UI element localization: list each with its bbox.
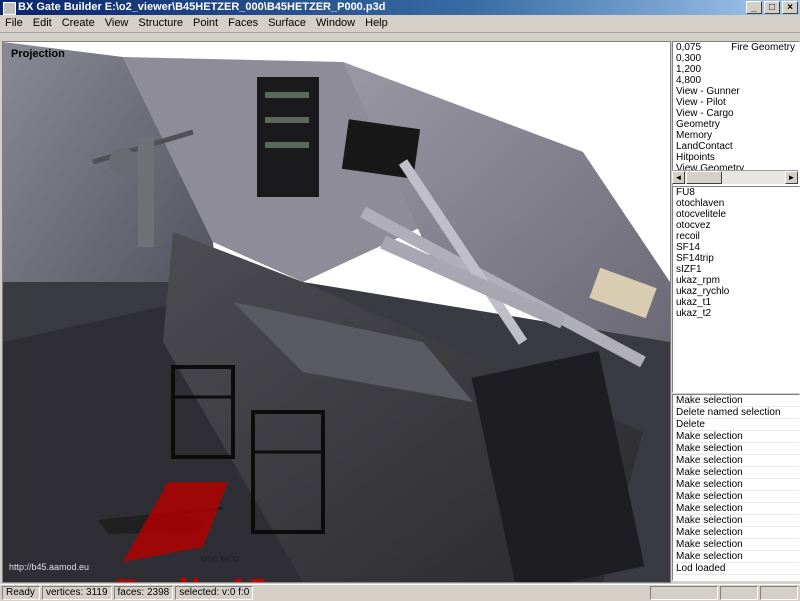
selection-item[interactable]: ukaz_t2 (673, 308, 799, 319)
selection-item[interactable]: otocvez (673, 220, 799, 231)
lod-item[interactable]: Memory (673, 130, 799, 141)
status-selected: selected: v:0 f:0 (175, 586, 254, 600)
menu-faces[interactable]: Faces (223, 15, 263, 32)
history-item[interactable]: Make selection (673, 455, 799, 467)
lod-item[interactable]: Geometry (673, 119, 799, 130)
lod-item[interactable]: 4,800 (673, 75, 799, 86)
history-item[interactable]: Make selection (673, 527, 799, 539)
menu-create[interactable]: Create (57, 15, 100, 32)
menu-file[interactable]: File (0, 15, 28, 32)
menu-view[interactable]: View (100, 15, 134, 32)
minimize-button[interactable]: _ (746, 1, 762, 14)
history-item[interactable]: Make selection (673, 491, 799, 503)
window-title: BX Gate Builder E:\o2_viewer\B45HETZER_0… (18, 1, 386, 13)
viewport-label: Projection (11, 48, 65, 60)
status-faces: faces: 2398 (113, 586, 174, 600)
history-item[interactable]: Lod loaded (673, 563, 799, 575)
menu-edit[interactable]: Edit (28, 15, 57, 32)
lod-list[interactable]: 0,075 Fire Geometry 0,300 1,200 4,800 Vie… (672, 41, 800, 186)
menu-point[interactable]: Point (188, 15, 223, 32)
tank-interior-render (3, 42, 670, 582)
lod-item[interactable]: View - Cargo (673, 108, 799, 119)
history-item[interactable]: Make selection (673, 395, 799, 407)
logo-text: Berlin45 (113, 574, 268, 582)
watermark-url: http://b45.aamod.eu (9, 562, 90, 572)
lod-type: Fire Geometry (731, 42, 795, 53)
history-item[interactable]: Make selection (673, 443, 799, 455)
selection-item[interactable]: ukaz_rychlo (673, 286, 799, 297)
history-item[interactable]: Make selection (673, 431, 799, 443)
status-empty-2 (720, 586, 758, 600)
selection-item[interactable]: ukaz_rpm (673, 275, 799, 286)
menu-surface[interactable]: Surface (263, 15, 311, 32)
title-bar: BX Gate Builder E:\o2_viewer\B45HETZER_0… (0, 0, 800, 15)
selection-item[interactable]: FU8 (673, 187, 799, 198)
selection-item[interactable]: recoil (673, 231, 799, 242)
lod-name: 0,075 (676, 42, 702, 53)
lod-item[interactable]: View - Pilot (673, 97, 799, 108)
selection-item[interactable]: ukaz_t1 (673, 297, 799, 308)
selection-item[interactable]: otochlaven (673, 198, 799, 209)
selection-item[interactable]: SF14trip (673, 253, 799, 264)
status-ready: Ready (2, 586, 40, 600)
projection-viewport[interactable]: Projection ONE MOD Berlin45 http://b45.a… (2, 41, 671, 583)
history-item[interactable]: Make selection (673, 551, 799, 563)
lod-item[interactable]: Hitpoints (673, 152, 799, 163)
selection-item[interactable]: sIZF1 (673, 264, 799, 275)
scroll-thumb[interactable] (686, 171, 722, 184)
maximize-button[interactable]: □ (764, 1, 780, 14)
named-selections-list[interactable]: FU8 otochlaven otocvelitele otocvez reco… (672, 186, 800, 393)
scroll-left-icon[interactable]: ◄ (672, 171, 685, 184)
lod-item[interactable]: LandContact (673, 141, 799, 152)
history-item[interactable]: Make selection (673, 503, 799, 515)
lod-item[interactable]: 0,075 Fire Geometry (673, 42, 799, 53)
close-button[interactable]: × (782, 1, 798, 14)
lod-item[interactable]: 0,300 (673, 53, 799, 64)
menu-bar: File Edit Create View Structure Point Fa… (0, 15, 800, 33)
status-empty-3 (760, 586, 798, 600)
menu-help[interactable]: Help (360, 15, 393, 32)
logo-subtitle: ONE MOD (201, 555, 240, 564)
status-bar: Ready vertices: 3119 faces: 2398 selecte… (0, 584, 800, 601)
history-item[interactable]: Delete named selection (673, 407, 799, 419)
lod-list-scrollbar[interactable]: ◄ ► (672, 170, 798, 184)
status-vertices: vertices: 3119 (42, 586, 112, 600)
history-item[interactable]: Delete (673, 419, 799, 431)
history-item[interactable]: Make selection (673, 539, 799, 551)
lod-item[interactable]: View - Gunner (673, 86, 799, 97)
app-icon[interactable] (3, 2, 16, 15)
history-item[interactable]: Make selection (673, 515, 799, 527)
menu-structure[interactable]: Structure (133, 15, 188, 32)
menu-window[interactable]: Window (311, 15, 360, 32)
history-list[interactable]: Make selection Delete named selection De… (672, 394, 800, 581)
window-controls: _ □ × (746, 1, 798, 14)
selection-item[interactable]: SF14 (673, 242, 799, 253)
history-item[interactable]: Make selection (673, 479, 799, 491)
scroll-right-icon[interactable]: ► (785, 171, 798, 184)
selection-item[interactable]: otocvelitele (673, 209, 799, 220)
lod-item[interactable]: 1,200 (673, 64, 799, 75)
history-item[interactable]: Make selection (673, 467, 799, 479)
status-empty-1 (650, 586, 718, 600)
